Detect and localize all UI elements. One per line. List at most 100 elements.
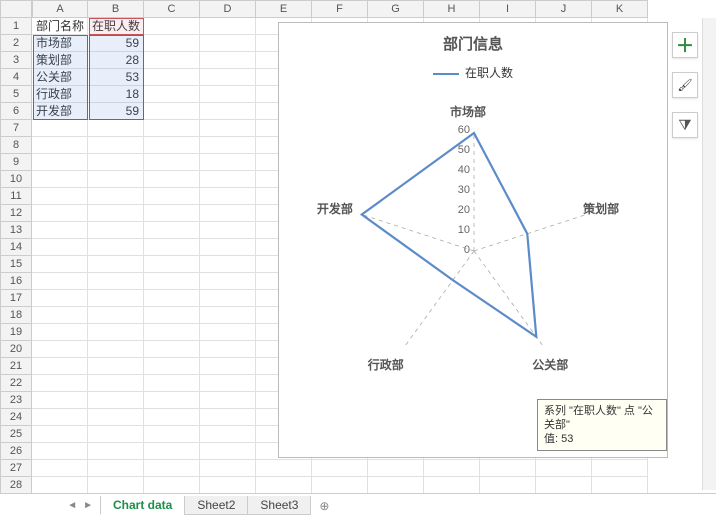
cell[interactable] [144,341,200,358]
cell[interactable] [144,52,200,69]
cell[interactable] [32,460,88,477]
row-header[interactable]: 24 [0,409,32,426]
cell[interactable] [88,392,144,409]
cell[interactable]: 59 [88,103,144,120]
cell[interactable] [144,137,200,154]
cell[interactable] [32,307,88,324]
cell[interactable] [200,120,256,137]
cell[interactable] [32,324,88,341]
cell[interactable] [144,103,200,120]
cell[interactable] [200,154,256,171]
cell[interactable] [312,477,368,494]
cell[interactable] [200,341,256,358]
cell[interactable] [144,239,200,256]
cell[interactable] [200,52,256,69]
cell[interactable] [144,477,200,494]
cell[interactable]: 53 [88,69,144,86]
cell[interactable]: 行政部 [32,86,88,103]
cell[interactable] [200,205,256,222]
row-header[interactable]: 11 [0,188,32,205]
cell[interactable]: 策划部 [32,52,88,69]
cell[interactable] [256,477,312,494]
cell[interactable]: 在职人数 [88,18,144,35]
cell[interactable] [480,477,536,494]
row-header[interactable]: 10 [0,171,32,188]
cell[interactable] [32,222,88,239]
cell[interactable] [200,171,256,188]
cell[interactable] [200,256,256,273]
row-header[interactable]: 28 [0,477,32,494]
cell[interactable] [200,358,256,375]
cell[interactable] [88,154,144,171]
row-header[interactable]: 5 [0,86,32,103]
cell[interactable] [144,18,200,35]
cell[interactable] [88,341,144,358]
cell[interactable] [200,460,256,477]
cell[interactable] [32,443,88,460]
chart-elements-button[interactable]: ＋ [672,32,698,58]
cell[interactable] [32,426,88,443]
row-header[interactable]: 15 [0,256,32,273]
sheet-tab[interactable]: Sheet2 [184,496,248,515]
cell[interactable] [200,273,256,290]
new-sheet-button[interactable]: ⊕ [310,499,338,513]
cell[interactable] [200,477,256,494]
cell[interactable]: 18 [88,86,144,103]
cell[interactable]: 59 [88,35,144,52]
cell[interactable] [200,188,256,205]
cell[interactable] [88,205,144,222]
cell[interactable] [32,409,88,426]
cell[interactable] [144,392,200,409]
cell[interactable] [200,69,256,86]
cell[interactable] [32,120,88,137]
column-header[interactable]: C [144,0,200,18]
row-header[interactable]: 13 [0,222,32,239]
cell[interactable] [88,375,144,392]
cell[interactable] [200,239,256,256]
cell[interactable] [368,477,424,494]
row-header[interactable]: 20 [0,341,32,358]
cell[interactable] [32,392,88,409]
cell[interactable] [592,477,648,494]
cell[interactable] [200,375,256,392]
cell[interactable] [144,358,200,375]
cell[interactable] [144,443,200,460]
row-header[interactable]: 14 [0,239,32,256]
cell[interactable] [144,256,200,273]
cell[interactable] [200,392,256,409]
cell[interactable] [144,290,200,307]
cell[interactable] [200,426,256,443]
cell[interactable] [88,324,144,341]
cell[interactable] [88,460,144,477]
cell[interactable] [32,239,88,256]
chart-object[interactable]: 部门信息 在职人数 0102030405060市场部策划部公关部行政部开发部 系… [278,22,668,458]
column-header[interactable]: A [32,0,88,18]
row-header[interactable]: 12 [0,205,32,222]
row-header[interactable]: 22 [0,375,32,392]
cell[interactable] [88,307,144,324]
chart-legend[interactable]: 在职人数 [279,64,667,81]
cell[interactable] [480,460,536,477]
cell[interactable] [32,358,88,375]
cell[interactable] [144,35,200,52]
column-header[interactable]: E [256,0,312,18]
cell[interactable] [144,171,200,188]
cell[interactable] [200,18,256,35]
select-all-corner[interactable] [0,0,32,18]
column-header[interactable]: K [592,0,648,18]
cell[interactable] [200,137,256,154]
cell[interactable]: 28 [88,52,144,69]
row-header[interactable]: 23 [0,392,32,409]
cell[interactable]: 公关部 [32,69,88,86]
cell[interactable]: 部门名称 [32,18,88,35]
row-header[interactable]: 26 [0,443,32,460]
cell[interactable] [32,341,88,358]
row-header[interactable]: 9 [0,154,32,171]
column-header[interactable]: J [536,0,592,18]
chart-filter-button[interactable]: ⧩ [672,112,698,138]
cell[interactable] [144,307,200,324]
cell[interactable] [88,443,144,460]
row-header[interactable]: 3 [0,52,32,69]
cell[interactable] [592,460,648,477]
cell[interactable] [256,460,312,477]
